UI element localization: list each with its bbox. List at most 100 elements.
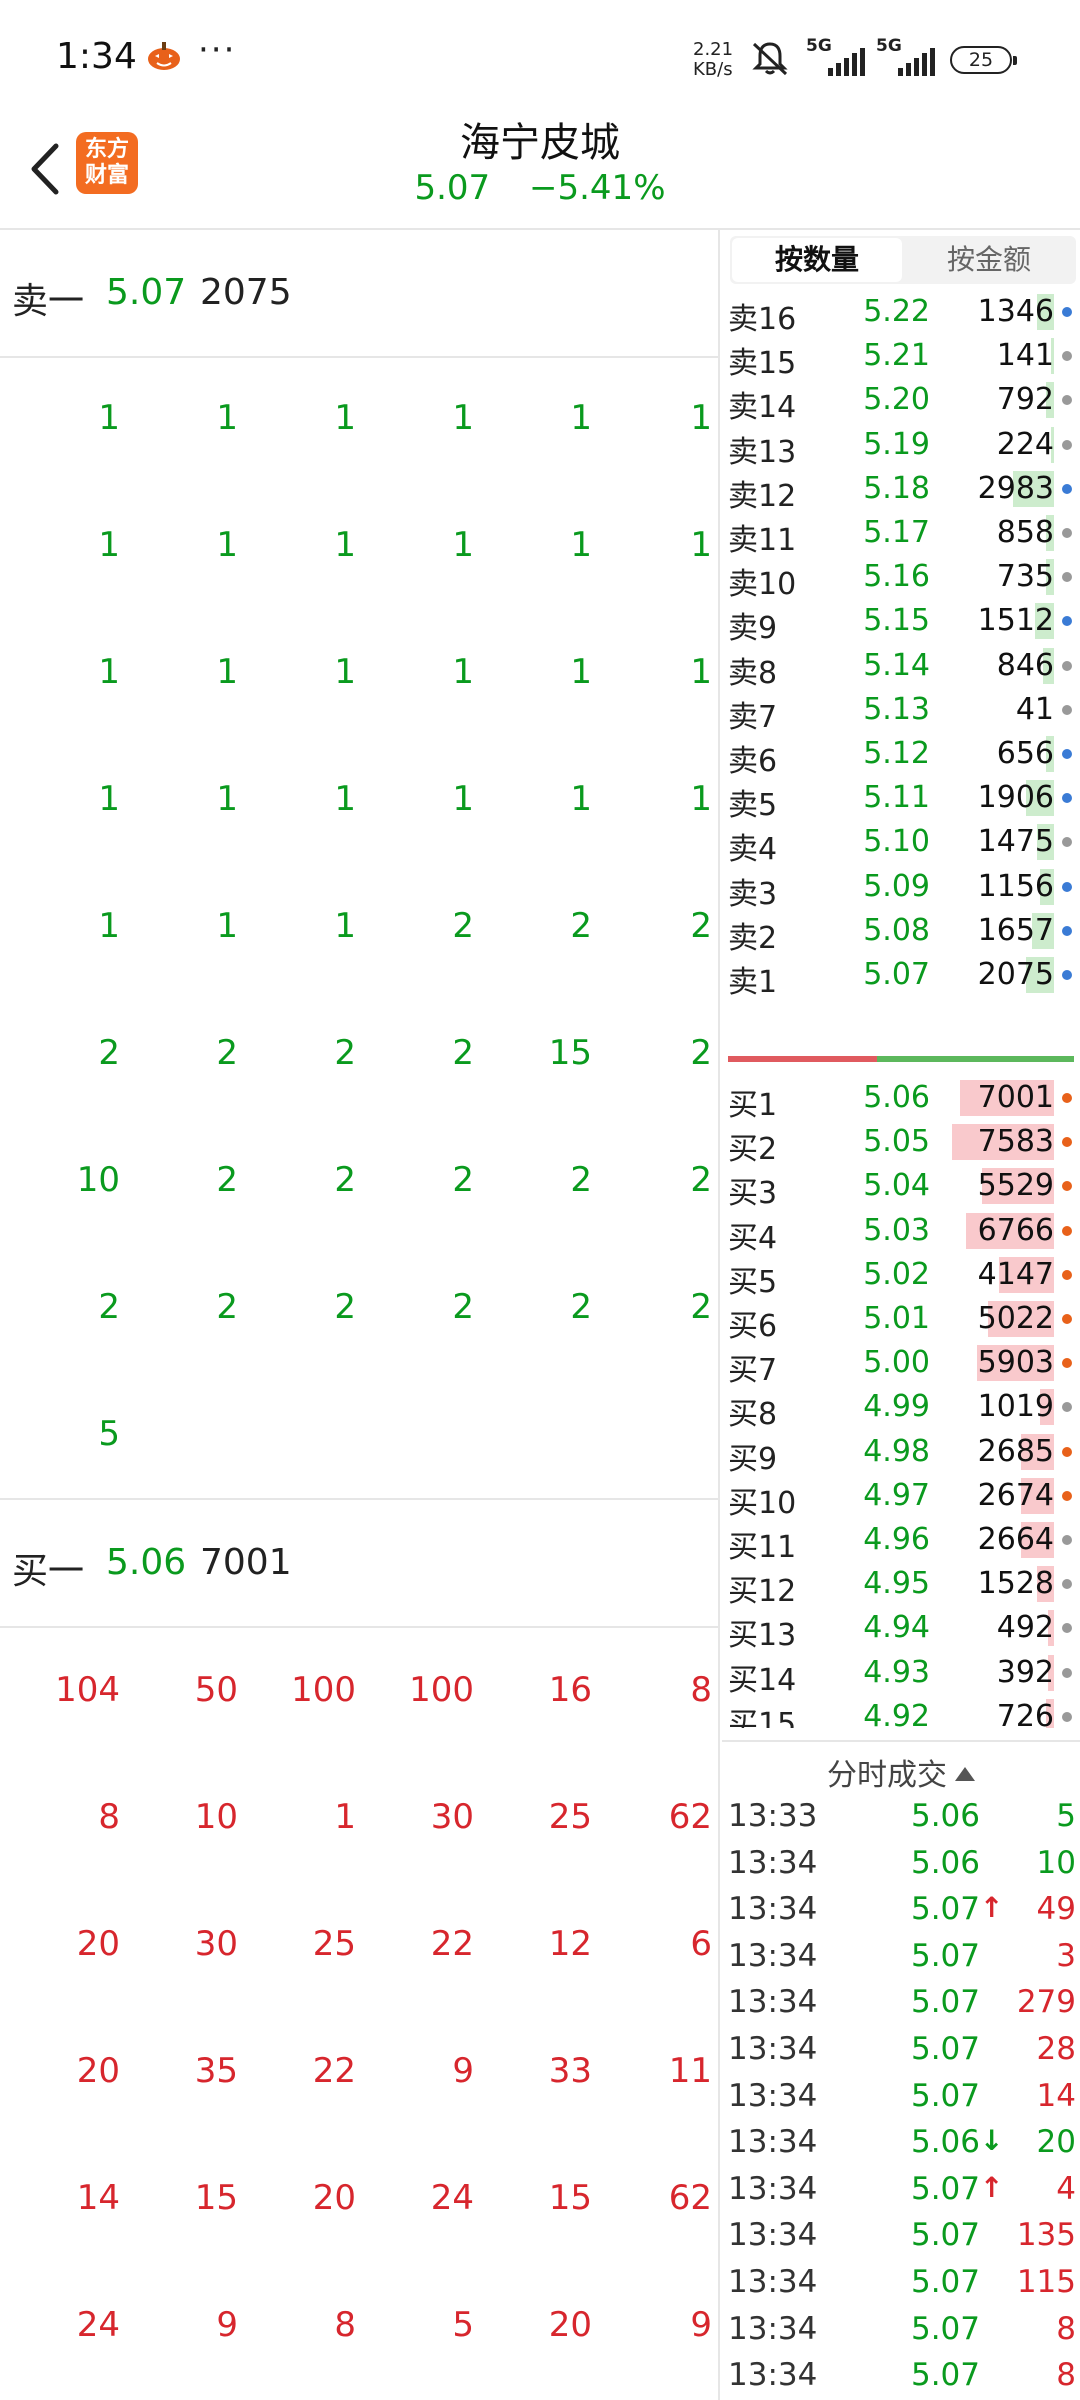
queue-order-cell: 2 bbox=[216, 1160, 238, 1200]
buy-level-row[interactable]: 买7 5.00 5903 bbox=[722, 1341, 1080, 1388]
queue-order-cell: 1 bbox=[216, 906, 238, 946]
trade-row: 13:34 5.07 8 bbox=[722, 2357, 1080, 2400]
sell-level-row[interactable]: 卖5 5.11 1906 bbox=[722, 776, 1080, 823]
buy-level-volume: 392 bbox=[996, 1654, 1054, 1690]
buy-level-price: 5.03 bbox=[863, 1212, 930, 1248]
sell-level-volume: 1906 bbox=[977, 780, 1054, 816]
queue-order-cell: 1 bbox=[98, 779, 120, 819]
order-book-list[interactable]: 卖16 5.22 1346 卖15 5.21 141 卖14 5.20 792 卖13 5.19 22… bbox=[722, 288, 1080, 1728]
buy-level-price: 5.02 bbox=[863, 1256, 930, 1292]
sell-level-row[interactable]: 卖13 5.19 224 bbox=[722, 423, 1080, 470]
trade-row: 13:34 5.07 14 bbox=[722, 2078, 1080, 2124]
sell-level-row[interactable]: 卖7 5.13 41 bbox=[722, 688, 1080, 735]
queue-order-cell: 1 bbox=[216, 398, 238, 438]
trade-time: 13:34 bbox=[728, 2031, 818, 2067]
buy-level-row[interactable]: 买15 4.92 726 bbox=[722, 1695, 1080, 1728]
buy-level-price: 4.97 bbox=[863, 1477, 930, 1513]
sell-level-volume: 858 bbox=[996, 515, 1054, 550]
buy-level-row[interactable]: 买12 4.95 1528 bbox=[722, 1562, 1080, 1609]
sell-level-row[interactable]: 卖12 5.18 2983 bbox=[722, 467, 1080, 514]
status-bar: 1:34 ··· 2.21 KB/s 5G 5G 25 bbox=[0, 0, 1080, 120]
sell-level-row[interactable]: 卖1 5.07 2075 bbox=[722, 953, 1080, 1000]
queue-order-cell: 30 bbox=[430, 1797, 474, 1837]
buy-level-row[interactable]: 买8 4.99 1019 bbox=[722, 1385, 1080, 1432]
sell-level-row[interactable]: 卖6 5.12 656 bbox=[722, 732, 1080, 779]
battery-icon: 25 bbox=[950, 46, 1017, 74]
queue-order-cell: 1 bbox=[334, 525, 356, 565]
buy-level-row[interactable]: 买3 5.04 5529 bbox=[722, 1164, 1080, 1211]
queue-order-cell: 104 bbox=[55, 1670, 120, 1710]
back-button[interactable] bbox=[20, 134, 70, 204]
trade-row: 13:34 5.07 135 bbox=[722, 2217, 1080, 2263]
trade-volume: 28 bbox=[1036, 2031, 1076, 2067]
status-dot-icon bbox=[1062, 1711, 1072, 1722]
buy-level-row[interactable]: 买14 4.93 392 bbox=[722, 1651, 1080, 1698]
tab-by-quantity[interactable]: 按数量 bbox=[732, 238, 902, 282]
queue-order-cell: 2 bbox=[690, 1160, 712, 1200]
sell-level-label: 卖9 bbox=[728, 611, 778, 647]
sell-level-label: 卖15 bbox=[728, 346, 797, 382]
queue-order-cell: 16 bbox=[548, 1670, 592, 1710]
queue-order-cell: 5 bbox=[98, 1414, 120, 1454]
buy-level-row[interactable]: 买13 4.94 492 bbox=[722, 1606, 1080, 1653]
sell-level-row[interactable]: 卖15 5.21 141 bbox=[722, 334, 1080, 381]
queue-order-cell: 14 bbox=[76, 2178, 120, 2218]
sell-level-volume: 41 bbox=[1015, 691, 1054, 727]
sell-level-row[interactable]: 卖11 5.17 858 bbox=[722, 511, 1080, 558]
queue-order-cell: 1 bbox=[98, 652, 120, 692]
sell-level-volume: 735 bbox=[996, 559, 1054, 595]
sell-level-price: 5.19 bbox=[863, 426, 930, 462]
sell-level-label: 卖16 bbox=[728, 302, 797, 337]
buy-level-row[interactable]: 买4 5.03 6766 bbox=[722, 1209, 1080, 1256]
buy-level-row[interactable]: 买2 5.05 7583 bbox=[722, 1120, 1080, 1167]
sell-level-row[interactable]: 卖16 5.22 1346 bbox=[722, 290, 1080, 337]
trades-header[interactable]: 分时成交 bbox=[722, 1740, 1080, 1793]
stock-quote: 5.07 −5.41% bbox=[0, 168, 1080, 208]
sell-one-volume: 2075 bbox=[200, 272, 292, 313]
status-dot-icon bbox=[1062, 1137, 1072, 1148]
buy-ratio bbox=[728, 1056, 877, 1062]
sell-level-row[interactable]: 卖14 5.20 792 bbox=[722, 378, 1080, 425]
buy-level-row[interactable]: 买9 4.98 2685 bbox=[722, 1430, 1080, 1477]
status-dot-icon bbox=[1062, 572, 1072, 583]
tab-by-amount[interactable]: 按金额 bbox=[904, 236, 1074, 284]
buy-level-price: 5.04 bbox=[863, 1168, 930, 1204]
queue-order-cell: 1 bbox=[452, 652, 474, 692]
trade-time: 13:34 bbox=[728, 2264, 818, 2300]
queue-order-cell: 1 bbox=[452, 398, 474, 438]
sell-level-row[interactable]: 卖8 5.14 846 bbox=[722, 644, 1080, 691]
sell-level-row[interactable]: 卖10 5.16 735 bbox=[722, 555, 1080, 602]
queue-order-cell: 1 bbox=[334, 1797, 356, 1837]
trade-list[interactable]: 13:33 5.06 5 13:34 5.06 10 13:34 5.07 ↑ 49 13:34 5.… bbox=[722, 1798, 1080, 2400]
buy-level-volume: 1528 bbox=[977, 1566, 1054, 1602]
sell-level-row[interactable]: 卖4 5.10 1475 bbox=[722, 820, 1080, 867]
trade-time: 13:34 bbox=[728, 2217, 818, 2254]
sell-level-row[interactable]: 卖2 5.08 1657 bbox=[722, 909, 1080, 956]
trade-row: 13:34 5.07 28 bbox=[722, 2031, 1080, 2077]
trade-row: 13:34 5.07 ↑ 49 bbox=[722, 1891, 1080, 1937]
sell-level-volume: 1657 bbox=[977, 912, 1054, 948]
buy-level-row[interactable]: 买1 5.06 7001 bbox=[722, 1076, 1080, 1123]
sell-level-row[interactable]: 卖9 5.15 1512 bbox=[722, 599, 1080, 646]
buy-level-row[interactable]: 买11 4.96 2664 bbox=[722, 1518, 1080, 1565]
sell-level-row[interactable]: 卖3 5.09 1156 bbox=[722, 865, 1080, 912]
sell-level-label: 卖4 bbox=[728, 832, 778, 868]
queue-order-cell: 1 bbox=[98, 906, 120, 946]
sell-ratio bbox=[877, 1056, 1074, 1062]
order-queue-panel[interactable]: 卖一 5.07 2075 111111111111111111111111111… bbox=[0, 230, 720, 2400]
buy-level-volume: 2674 bbox=[977, 1477, 1054, 1513]
buy-level-label: 买11 bbox=[728, 1530, 797, 1565]
app-logo[interactable]: 东方 财富 bbox=[76, 132, 138, 194]
sell-level-price: 5.22 bbox=[863, 294, 930, 329]
status-dot-icon bbox=[1062, 1181, 1072, 1192]
buy-level-volume: 5529 bbox=[977, 1168, 1054, 1204]
buy-level-row[interactable]: 买5 5.02 4147 bbox=[722, 1253, 1080, 1300]
status-dot-icon bbox=[1062, 970, 1072, 980]
buy-level-row[interactable]: 买10 4.97 2674 bbox=[722, 1474, 1080, 1521]
queue-order-cell: 50 bbox=[194, 1670, 238, 1710]
queue-order-cell: 1 bbox=[334, 906, 356, 946]
buy-level-volume: 492 bbox=[996, 1610, 1054, 1646]
queue-order-cell: 1 bbox=[690, 652, 712, 692]
buy-level-row[interactable]: 买6 5.01 5022 bbox=[722, 1297, 1080, 1344]
sell-level-price: 5.09 bbox=[863, 868, 930, 904]
